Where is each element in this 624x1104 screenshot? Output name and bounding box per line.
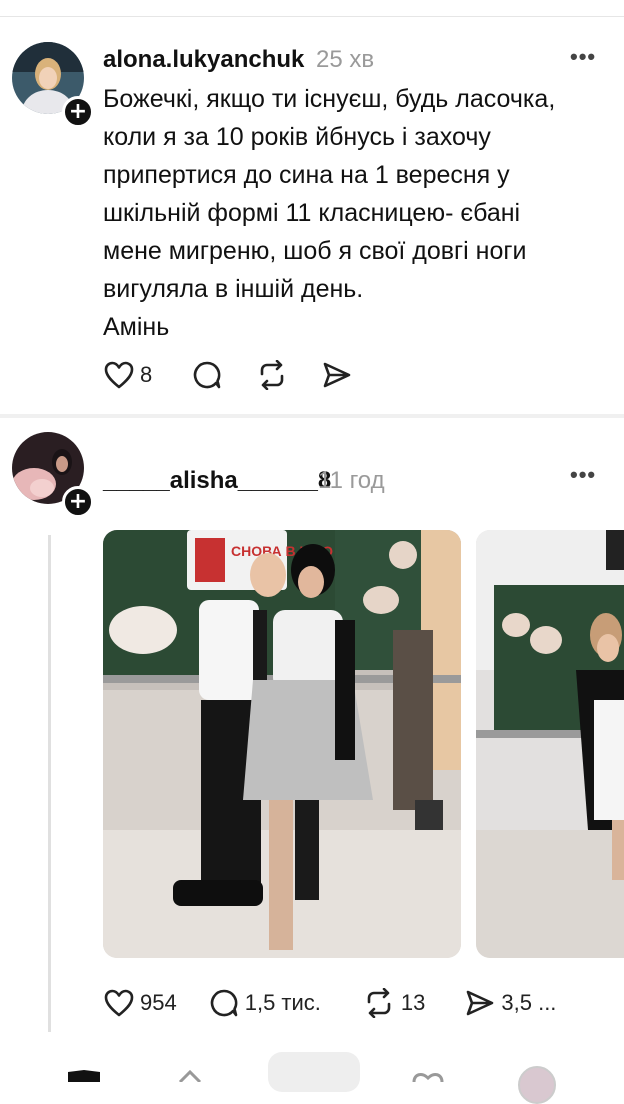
post-time: 11 год: [318, 467, 385, 494]
username[interactable]: _____alisha______8: [103, 467, 331, 495]
comment-button[interactable]: [192, 360, 222, 390]
thread-line: [48, 535, 51, 1032]
share-count: 3,5 ...: [501, 990, 557, 1015]
like-button[interactable]: 954: [104, 989, 177, 1017]
repost-icon: [260, 360, 284, 390]
more-options-button[interactable]: •••: [570, 44, 596, 70]
post-text-line: мене мигреню, шоб я свої довгі ноги: [103, 237, 527, 265]
share-icon: [467, 990, 494, 1016]
username[interactable]: alona.lukyanchuk: [103, 46, 304, 74]
share-button[interactable]: [322, 361, 352, 389]
post-alona: + alona.lukyanchuk 25 хв ••• Божечкі, як…: [0, 0, 624, 420]
post-text-line: Божечкі, якщо ти існуєш, будь ласочка,: [103, 85, 556, 113]
home-icon[interactable]: [64, 1048, 104, 1082]
post-text-line: коли я за 10 років йбнусь і захочу: [103, 123, 491, 151]
post-text-line: Амінь: [103, 313, 170, 341]
post-photo[interactable]: [476, 530, 624, 958]
follow-plus-button[interactable]: +: [62, 96, 94, 128]
post-actions: 8: [104, 360, 386, 390]
post-text: Божечкі, якщо ти існуєш, будь ласочка, к…: [103, 80, 603, 346]
more-options-button[interactable]: •••: [570, 462, 596, 488]
heart-icon: [104, 989, 134, 1017]
post-time: 25 хв: [316, 46, 375, 73]
like-button[interactable]: 8: [104, 361, 152, 389]
repost-count: 13: [400, 990, 426, 1015]
post-text-line: припертися до сина на 1 вересня у: [103, 161, 510, 189]
comment-count: 1,5 тис.: [244, 990, 321, 1015]
like-count: 8: [140, 362, 153, 387]
post-text-line: вигуляла в іншій день.: [103, 275, 364, 303]
follow-plus-button[interactable]: +: [62, 486, 94, 518]
profile-avatar[interactable]: [518, 1066, 556, 1104]
new-post-button[interactable]: [268, 1052, 360, 1092]
repost-icon: [367, 988, 391, 1018]
repost-button[interactable]: 13: [363, 988, 425, 1018]
post-text-line: шкільній формі 11 класницею- єбані: [103, 199, 521, 227]
post-actions: 954 1,5 тис. 13 3,5 ...: [104, 988, 590, 1018]
comment-icon: [210, 989, 238, 1017]
post-divider: [0, 414, 624, 418]
share-icon: [323, 362, 351, 388]
search-icon[interactable]: [170, 1048, 210, 1082]
post-photo[interactable]: СНОВА В ШКО: [103, 530, 461, 958]
share-button[interactable]: 3,5 ...: [465, 989, 556, 1017]
like-count: 954: [140, 990, 177, 1015]
bottom-navigation: [0, 1048, 624, 1104]
repost-button[interactable]: [256, 360, 288, 390]
activity-heart-icon[interactable]: [408, 1048, 448, 1082]
heart-icon: [104, 361, 134, 389]
comment-button[interactable]: 1,5 тис.: [209, 988, 321, 1018]
comment-icon: [194, 361, 221, 389]
